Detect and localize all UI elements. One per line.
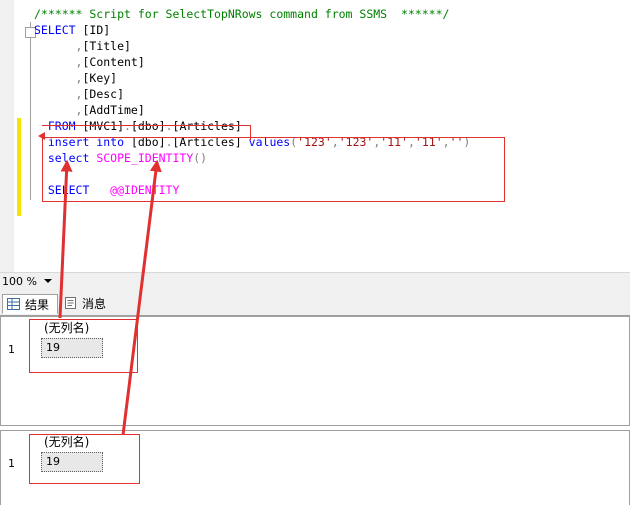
annotation-arrows — [38, 132, 162, 436]
arrow-identity — [121, 159, 162, 436]
arrow-scope-identity — [58, 159, 73, 319]
arrow-left-icon — [38, 132, 45, 140]
